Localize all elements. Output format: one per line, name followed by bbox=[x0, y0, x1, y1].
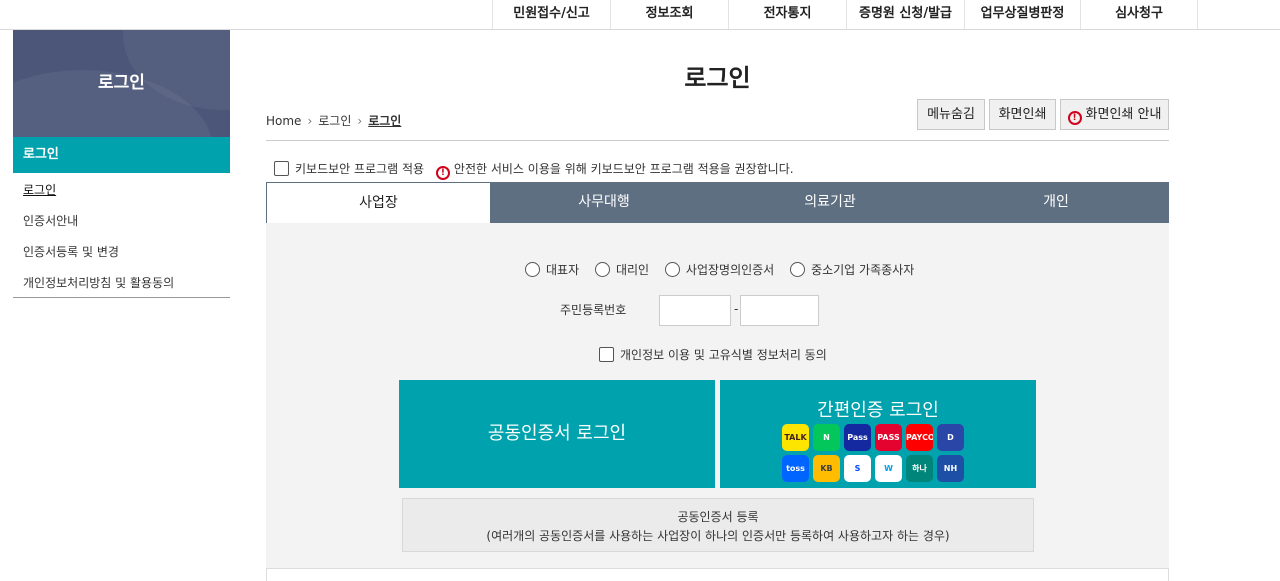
print-guide-label: 화면인쇄 안내 bbox=[1086, 107, 1162, 122]
sidebar-item-cert-guide[interactable]: 인증서안내 bbox=[23, 212, 78, 229]
tab-individual[interactable]: 개인 bbox=[943, 182, 1169, 223]
radio-label: 대리인 bbox=[616, 263, 649, 277]
dream-icon[interactable]: D bbox=[937, 424, 964, 451]
joint-cert-login-button[interactable]: 공동인증서 로그인 bbox=[399, 380, 715, 488]
page-title: 로그인 bbox=[266, 58, 1169, 93]
samsung-pass-icon[interactable]: Pass bbox=[844, 424, 871, 451]
print-guide-button[interactable]: ! 화면인쇄 안내 bbox=[1060, 99, 1169, 130]
content-bottom-box bbox=[266, 568, 1169, 581]
menu-hide-button[interactable]: 메뉴숨김 bbox=[917, 99, 985, 130]
consent-label: 개인정보 이용 및 고유식별 정보처리 동의 bbox=[620, 348, 827, 362]
radio-family-worker[interactable] bbox=[790, 262, 805, 277]
breadcrumb-current[interactable]: 로그인 bbox=[368, 112, 401, 129]
sidebar-item-login[interactable]: 로그인 bbox=[23, 181, 56, 198]
rrn-dash: - bbox=[734, 302, 738, 316]
radio-agent[interactable] bbox=[595, 262, 610, 277]
sidebar-category[interactable]: 로그인 bbox=[13, 137, 230, 173]
payco-icon[interactable]: PAYCO bbox=[906, 424, 933, 451]
top-navigation: 민원접수/신고 정보조회 전자통지 증명원 신청/발급 업무상질병판정 심사청구 bbox=[0, 0, 1280, 30]
breadcrumb: Home › 로그인 › 로그인 bbox=[266, 112, 401, 129]
simple-auth-login-button[interactable]: 간편인증 로그인 TALKNPassPASSPAYCODtossKBSW하나NH bbox=[720, 380, 1036, 488]
nav-item-disease-judgment[interactable]: 업무상질병판정 bbox=[964, 0, 1080, 29]
radio-business-cert[interactable] bbox=[665, 262, 680, 277]
consent-row: 개인정보 이용 및 고유식별 정보처리 동의 bbox=[599, 346, 827, 363]
divider bbox=[266, 140, 1169, 141]
sidebar-item-privacy[interactable]: 개인정보처리방침 및 활용동의 bbox=[23, 274, 174, 291]
kakao-icon[interactable]: TALK bbox=[782, 424, 809, 451]
keyboard-security-row: 키보드보안 프로그램 적용 ! 안전한 서비스 이용을 위해 키보드보안 프로그램… bbox=[274, 160, 794, 180]
breadcrumb-level1[interactable]: 로그인 bbox=[318, 112, 351, 129]
sidebar-menu: 로그인 인증서안내 인증서등록 및 변경 개인정보처리방침 및 활용동의 bbox=[13, 173, 230, 298]
naver-icon[interactable]: N bbox=[813, 424, 840, 451]
cert-register-desc: (여러개의 공동인증서를 사용하는 사업장이 하나의 인증서만 등록하여 사용하… bbox=[403, 527, 1033, 546]
cert-register-title: 공동인증서 등록 bbox=[403, 508, 1033, 527]
nav-item-e-notice[interactable]: 전자통지 bbox=[728, 0, 846, 29]
keyboard-security-label: 키보드보안 프로그램 적용 bbox=[295, 162, 424, 176]
pass-icon[interactable]: PASS bbox=[875, 424, 902, 451]
sidebar-title: 로그인 bbox=[13, 30, 230, 137]
radio-label: 사업장명의인증서 bbox=[686, 263, 774, 277]
joint-cert-login-label: 공동인증서 로그인 bbox=[488, 423, 626, 444]
tab-medical[interactable]: 의료기관 bbox=[717, 182, 943, 223]
chevron-right-icon: › bbox=[357, 114, 362, 128]
alert-icon: ! bbox=[1068, 111, 1082, 125]
kb-icon[interactable]: KB bbox=[813, 455, 840, 482]
breadcrumb-home[interactable]: Home bbox=[266, 114, 301, 128]
chevron-right-icon: › bbox=[307, 114, 312, 128]
shinhan-icon[interactable]: S bbox=[844, 455, 871, 482]
print-button[interactable]: 화면인쇄 bbox=[989, 99, 1056, 130]
sidebar-item-cert-register[interactable]: 인증서등록 및 변경 bbox=[23, 243, 119, 260]
nav-item-info-lookup[interactable]: 정보조회 bbox=[610, 0, 728, 29]
sidebar-header: 로그인 bbox=[13, 30, 230, 137]
radio-representative[interactable] bbox=[525, 262, 540, 277]
keyboard-security-checkbox[interactable] bbox=[274, 161, 289, 176]
cert-register-button[interactable]: 공동인증서 등록 (여러개의 공동인증서를 사용하는 사업장이 하나의 인증서만… bbox=[402, 498, 1034, 552]
rrn-front-input[interactable] bbox=[659, 295, 731, 326]
nav-item-complaint[interactable]: 민원접수/신고 bbox=[492, 0, 610, 29]
nh-icon[interactable]: NH bbox=[937, 455, 964, 482]
keyboard-security-notice: 안전한 서비스 이용을 위해 키보드보안 프로그램 적용을 권장합니다. bbox=[454, 162, 794, 176]
rrn-label: 주민등록번호 bbox=[560, 301, 626, 318]
nav-item-certificate[interactable]: 증명원 신청/발급 bbox=[846, 0, 964, 29]
nav-item-appeal[interactable]: 심사청구 bbox=[1080, 0, 1198, 29]
radio-label: 대표자 bbox=[546, 263, 579, 277]
user-type-radios: 대표자 대리인 사업장명의인증서 중소기업 가족종사자 bbox=[525, 261, 926, 278]
radio-label: 중소기업 가족종사자 bbox=[811, 263, 914, 277]
woori-icon[interactable]: W bbox=[875, 455, 902, 482]
login-type-tabs: 사업장 사무대행 의료기관 개인 bbox=[266, 182, 1169, 223]
simple-auth-login-label: 간편인증 로그인 bbox=[720, 396, 1036, 422]
tab-business[interactable]: 사업장 bbox=[266, 182, 491, 223]
hana-icon[interactable]: 하나 bbox=[906, 455, 933, 482]
consent-checkbox[interactable] bbox=[599, 347, 614, 362]
tab-agency[interactable]: 사무대행 bbox=[491, 182, 717, 223]
rrn-back-input[interactable] bbox=[740, 295, 819, 326]
toss-icon[interactable]: toss bbox=[782, 455, 809, 482]
alert-icon: ! bbox=[436, 166, 450, 180]
